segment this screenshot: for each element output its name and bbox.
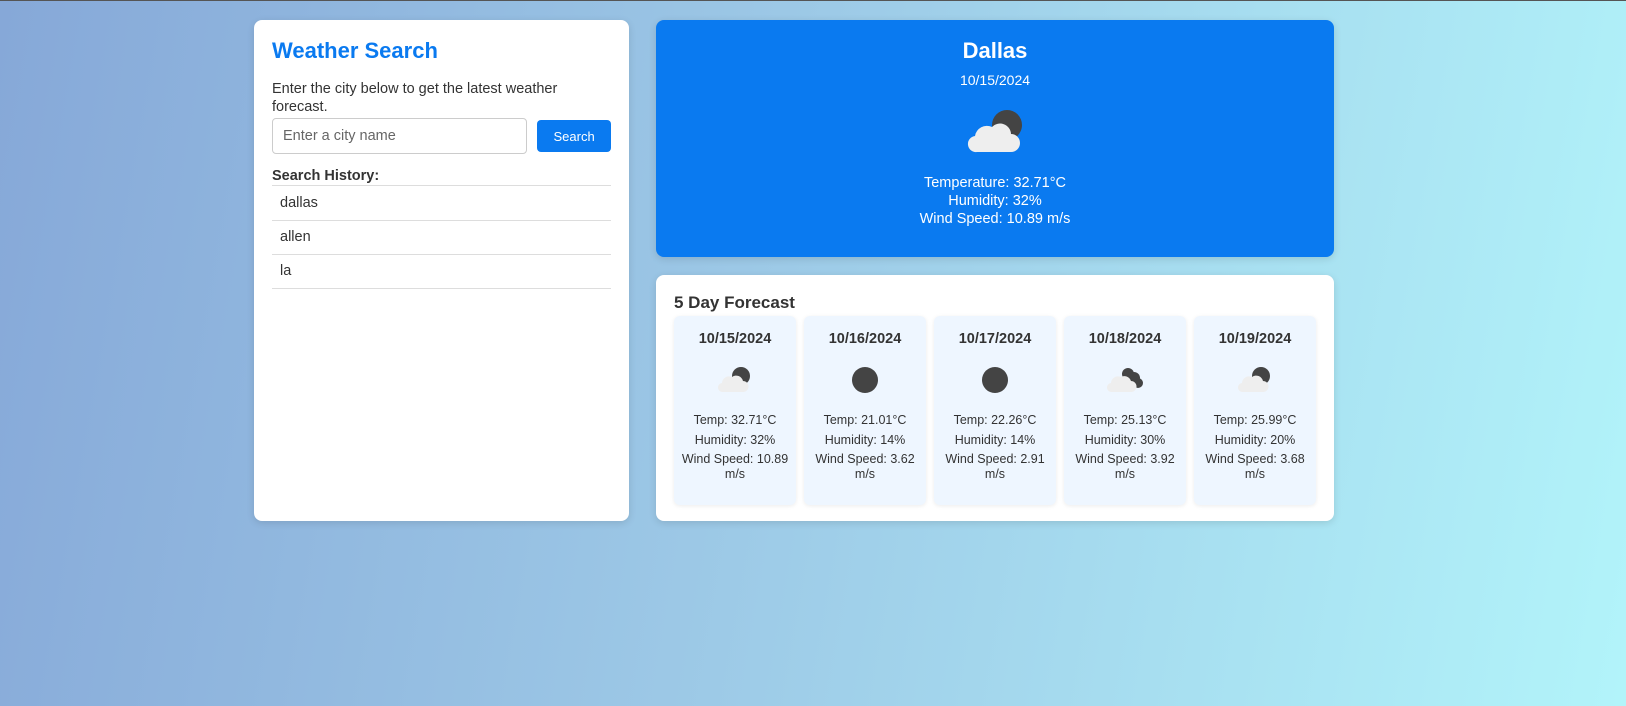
- forecast-humidity: Humidity: 32%: [694, 433, 776, 447]
- forecast-date: 10/16/2024: [828, 331, 902, 347]
- search-description: Enter the city below to get the latest w…: [272, 81, 558, 115]
- forecast-title: 5 Day Forecast: [674, 293, 795, 312]
- current-humidity: Humidity: 32%: [948, 193, 1042, 209]
- clear-night-icon: [974, 363, 1016, 397]
- forecast-humidity: Humidity: 30%: [1084, 433, 1166, 447]
- partly-cloudy-night-icon: [714, 363, 756, 397]
- forecast-wind: Wind Speed: 3.68 m/s: [1205, 452, 1305, 481]
- forecast-humidity: Humidity: 14%: [824, 433, 906, 447]
- forecast-humidity: Humidity: 20%: [1214, 433, 1296, 447]
- forecast-card: 10/19/2024 Temp: 25.99°C Humidity: 20% W…: [1194, 316, 1316, 505]
- current-date: 10/15/2024: [959, 72, 1031, 88]
- current-wind-speed: Wind Speed: 10.89 m/s: [919, 211, 1071, 227]
- forecast-wind: Wind Speed: 3.92 m/s: [1075, 452, 1175, 481]
- search-row: Search: [272, 118, 611, 154]
- clear-night-icon: [844, 363, 886, 397]
- forecast-card: 10/18/2024 Temp: 25.13°C Humidity: 30% W…: [1064, 316, 1186, 505]
- forecast-humidity: Humidity: 14%: [954, 433, 1036, 447]
- current-weather-panel: Dallas 10/15/2024 Temperature: 32.71°C H…: [656, 20, 1334, 257]
- city-search-input[interactable]: [272, 118, 528, 154]
- history-item[interactable]: dallas: [272, 186, 611, 221]
- forecast-card: 10/16/2024 Temp: 21.01°C Humidity: 14% W…: [804, 316, 926, 505]
- partly-cloudy-night-icon: [1234, 363, 1276, 397]
- search-panel: Weather Search Enter the city below to g…: [254, 20, 629, 521]
- current-city-name: Dallas: [962, 38, 1028, 63]
- search-history-list: dallas allen la: [272, 186, 611, 289]
- forecast-temp: Temp: 25.99°C: [1213, 413, 1297, 427]
- forecast-date: 10/19/2024: [1218, 331, 1292, 347]
- search-history-title: Search History:: [272, 168, 611, 186]
- partly-cloudy-night-icon: [963, 108, 1027, 160]
- forecast-wind: Wind Speed: 2.91 m/s: [945, 452, 1045, 481]
- forecast-temp: Temp: 22.26°C: [953, 413, 1037, 427]
- forecast-card: 10/15/2024 Temp: 32.71°C Humidity: 32% W…: [674, 316, 796, 505]
- forecast-wind: Wind Speed: 10.89 m/s: [681, 452, 789, 481]
- forecast-cards: 10/15/2024 Temp: 32.71°C Humidity: 32% W…: [674, 316, 1316, 505]
- history-item[interactable]: la: [272, 255, 611, 289]
- forecast-date: 10/15/2024: [698, 331, 772, 347]
- forecast-date: 10/17/2024: [958, 331, 1032, 347]
- forecast-temp: Temp: 21.01°C: [823, 413, 907, 427]
- search-button[interactable]: Search: [537, 120, 611, 152]
- forecast-temp: Temp: 25.13°C: [1083, 413, 1167, 427]
- scattered-clouds-icon: [1104, 363, 1146, 397]
- forecast-wind: Wind Speed: 3.62 m/s: [815, 452, 915, 481]
- search-title: Weather Search: [272, 38, 438, 63]
- forecast-temp: Temp: 32.71°C: [693, 413, 777, 427]
- forecast-panel: 5 Day Forecast 10/15/2024 Temp: 32.71°C …: [656, 275, 1334, 521]
- current-temperature: Temperature: 32.71°C: [923, 175, 1066, 191]
- forecast-card: 10/17/2024 Temp: 22.26°C Humidity: 14% W…: [934, 316, 1056, 505]
- forecast-date: 10/18/2024: [1088, 331, 1162, 347]
- history-item[interactable]: allen: [272, 221, 611, 255]
